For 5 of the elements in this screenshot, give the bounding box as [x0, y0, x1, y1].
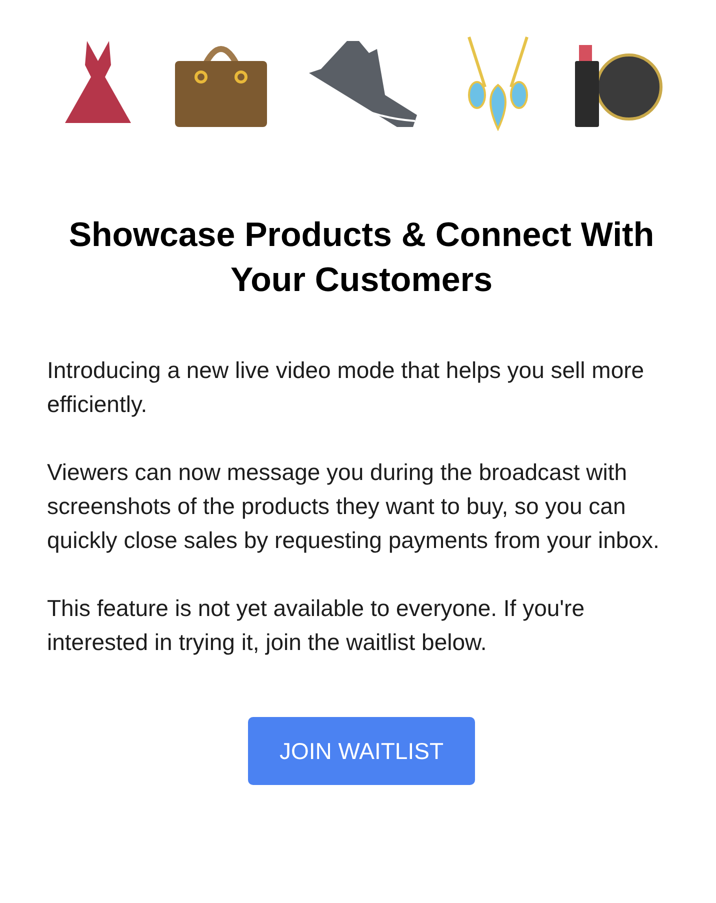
heading: Showcase Products & Connect With Your Customers [68, 215, 656, 301]
paragraph: This feature is not yet available to everyone. If you're interested in trying it, join the waitlist below. [47, 594, 586, 657]
join-waitlist-button[interactable]: JOIN WAITLIST [248, 717, 475, 785]
paragraph: Viewers can now message you during the broadcast with screenshots of the products they want to buy, so you can quickly close sales by requesting payments from your inbox. [47, 458, 660, 555]
paragraph: Introducing a new live video mode that helps you sell more efficiently. [47, 356, 646, 419]
